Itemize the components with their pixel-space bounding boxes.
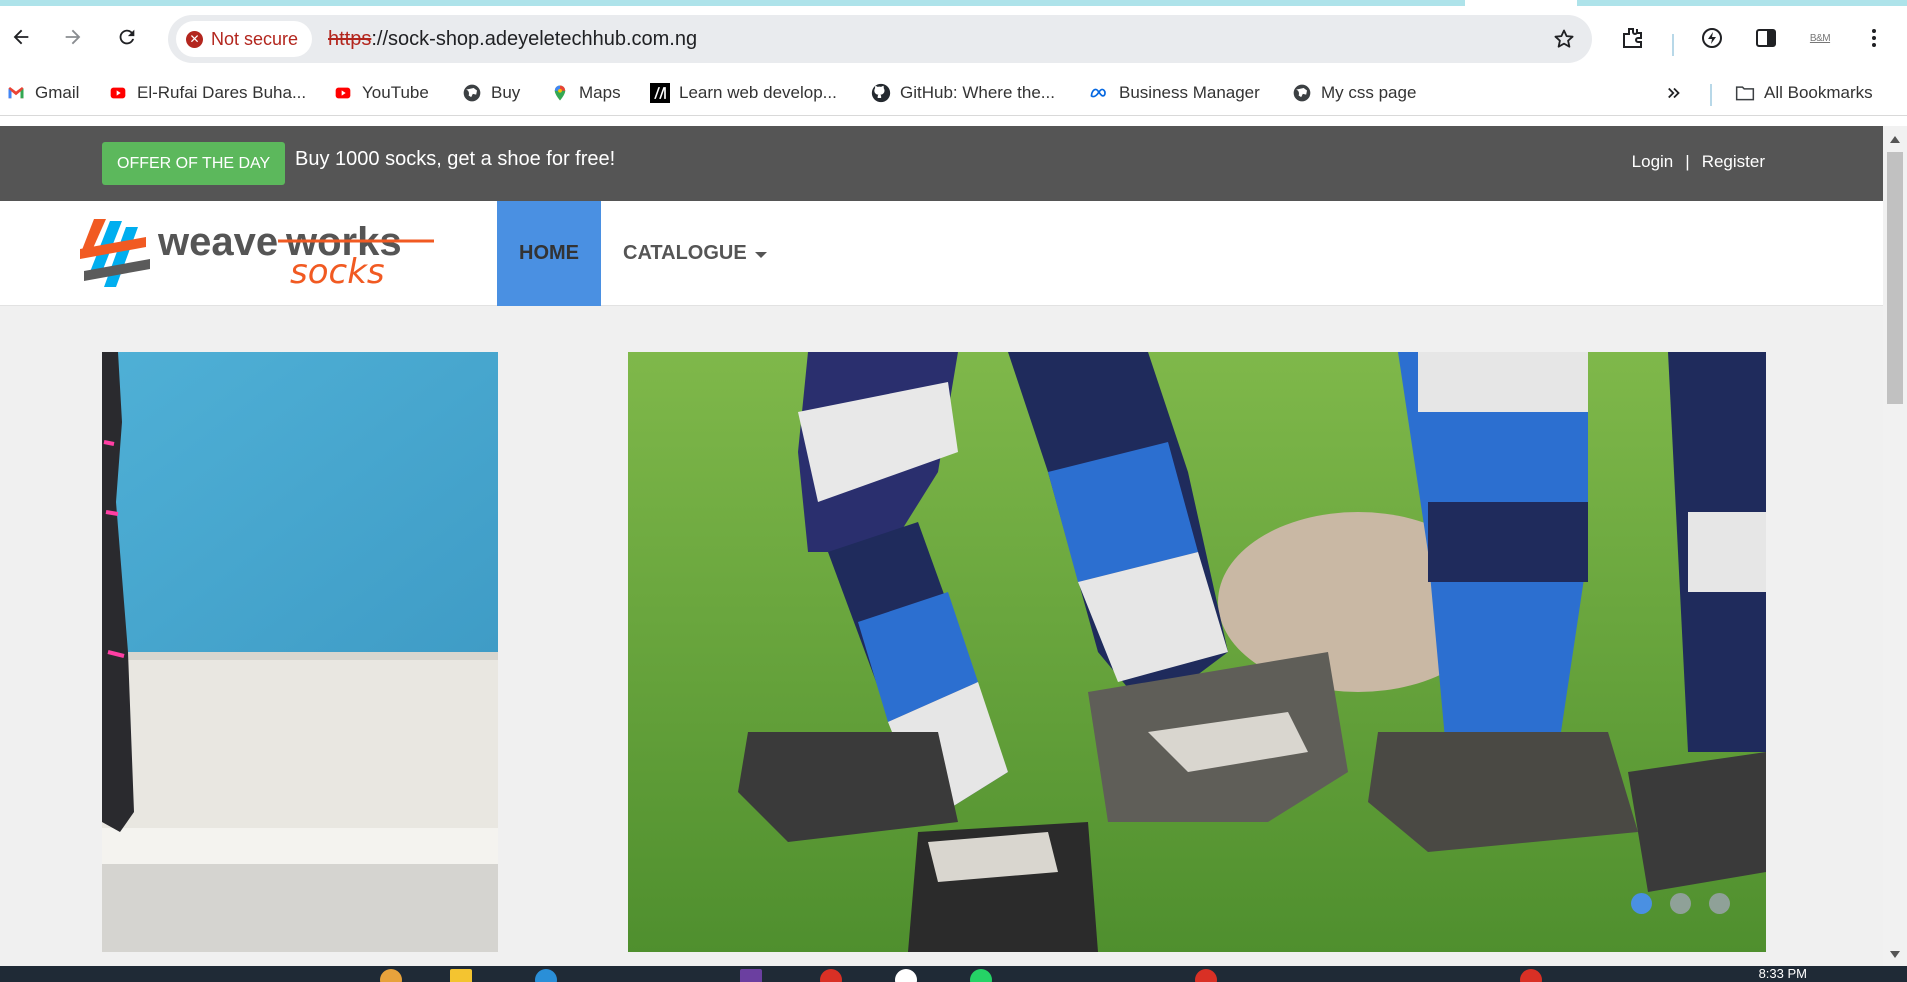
youtube-icon: [333, 83, 353, 103]
taskbar-app-icon[interactable]: [450, 969, 472, 982]
menu-kebab-icon[interactable]: [1860, 24, 1888, 52]
bookmark-mdn[interactable]: Learn web develop...: [650, 80, 837, 106]
taskbar-app-icon[interactable]: [740, 969, 762, 982]
url-text[interactable]: https://sock-shop.adeyeletechhub.com.ng: [328, 15, 697, 63]
taskbar-app-icon[interactable]: [970, 969, 992, 982]
address-bar[interactable]: ✕ Not secure https://sock-shop.adeyelete…: [168, 15, 1592, 63]
scroll-down-arrow-icon[interactable]: [1890, 951, 1900, 958]
back-button[interactable]: [4, 20, 38, 54]
offer-text: Buy 1000 socks, get a shoe for free!: [295, 148, 616, 170]
extensions-icon[interactable]: [1618, 24, 1646, 52]
browser-toolbar: ✕ Not secure https://sock-shop.adeyelete…: [0, 6, 1907, 72]
nav-catalogue-label: CATALOGUE: [623, 242, 747, 264]
caret-down-icon: [754, 251, 767, 258]
bookmark-label: Learn web develop...: [679, 83, 837, 102]
toolbar-divider: [1672, 34, 1674, 56]
carousel-gap: [498, 352, 628, 952]
maps-pin-icon: [550, 83, 570, 103]
security-chip[interactable]: ✕ Not secure: [176, 21, 313, 57]
bookmark-label: El-Rufai Dares Buha...: [137, 83, 307, 102]
arrow-right-icon: [65, 29, 81, 45]
meta-icon: [1090, 83, 1110, 103]
bookmark-business-manager[interactable]: Business Manager: [1090, 80, 1260, 106]
offer-of-the-day-button[interactable]: OFFER OF THE DAY: [102, 142, 286, 185]
profile-avatar[interactable]: B&M: [1806, 24, 1834, 52]
globe-icon: [1292, 83, 1312, 103]
weaveworks-socks-logo[interactable]: weave works socks: [78, 215, 438, 295]
logo-weave: weave: [157, 220, 278, 264]
nav-home[interactable]: HOME: [497, 201, 601, 306]
nav-catalogue[interactable]: CATALOGUE: [623, 201, 767, 306]
bookmark-maps[interactable]: Maps: [550, 80, 621, 106]
bookmark-youtube[interactable]: YouTube: [333, 80, 429, 106]
chevron-double-right-icon: [1664, 83, 1684, 103]
register-link[interactable]: Register: [1702, 152, 1765, 172]
bookmark-label: YouTube: [362, 83, 429, 102]
taskbar-app-icon[interactable]: [1195, 969, 1217, 982]
youtube-icon: [108, 83, 128, 103]
slide-image-socks: [628, 352, 1766, 952]
performance-icon[interactable]: [1698, 24, 1726, 52]
bookmark-label: GitHub: Where the...: [900, 83, 1055, 102]
forward-button[interactable]: [56, 20, 90, 54]
carousel-slide-active: [628, 352, 1766, 952]
bookmark-label: Buy: [491, 83, 521, 102]
error-icon: ✕: [186, 30, 203, 48]
security-chip-label: Not secure: [211, 28, 299, 49]
logo-socks: socks: [290, 252, 385, 292]
carousel-indicators: [1631, 893, 1730, 914]
url-host: ://sock-shop.adeyeletechhub.com.ng: [371, 27, 698, 50]
bookmarks-overflow-button[interactable]: [1664, 80, 1684, 106]
all-bookmarks-label: All Bookmarks: [1764, 83, 1873, 102]
mdn-icon: [650, 83, 670, 103]
bookmarks-divider: [1710, 84, 1712, 106]
auth-links: Login | Register: [1632, 152, 1765, 172]
page-scrollbar[interactable]: [1883, 126, 1907, 966]
os-taskbar: 8:33 PM: [0, 966, 1907, 982]
bookmark-label: Gmail: [35, 83, 80, 102]
profile-label: B&M: [1809, 32, 1831, 44]
taskbar-app-icon[interactable]: [895, 969, 917, 982]
bookmark-label: Maps: [579, 83, 621, 102]
gmail-icon: [6, 83, 26, 103]
scroll-up-arrow-icon[interactable]: [1890, 136, 1900, 143]
taskbar-app-icon[interactable]: [535, 969, 557, 982]
globe-icon: [462, 83, 482, 103]
taskbar-app-icon[interactable]: [820, 969, 842, 982]
side-panel-icon[interactable]: [1752, 24, 1780, 52]
github-icon: [871, 83, 891, 103]
bookmark-buy[interactable]: Buy: [462, 80, 520, 106]
auth-separator: |: [1685, 152, 1690, 171]
all-bookmarks-button[interactable]: All Bookmarks: [1735, 80, 1873, 106]
offer-bar: OFFER OF THE DAY Buy 1000 socks, get a s…: [0, 126, 1883, 201]
slide-image-wall: [102, 352, 498, 952]
bookmark-el-rufai[interactable]: El-Rufai Dares Buha...: [108, 80, 306, 106]
bookmark-github[interactable]: GitHub: Where the...: [871, 80, 1055, 106]
arrow-left-icon: [13, 29, 29, 45]
weaveworks-logo-icon: weave works socks: [80, 219, 434, 292]
web-page: OFFER OF THE DAY Buy 1000 socks, get a s…: [0, 126, 1883, 966]
bookmark-star-icon[interactable]: [1552, 27, 1576, 51]
taskbar-app-icon[interactable]: [1520, 969, 1542, 982]
scrollbar-thumb[interactable]: [1887, 152, 1903, 404]
bookmark-gmail[interactable]: Gmail: [6, 80, 79, 106]
reload-button[interactable]: [110, 20, 144, 54]
bookmark-label: Business Manager: [1119, 83, 1260, 102]
folder-icon: [1735, 83, 1755, 103]
reload-icon: [119, 29, 135, 45]
hero-carousel[interactable]: [102, 352, 1766, 952]
carousel-dot-1[interactable]: [1631, 893, 1652, 914]
carousel-slide-previous: [102, 352, 498, 952]
taskbar-clock: 8:33 PM: [1758, 966, 1807, 981]
taskbar-app-icon[interactable]: [380, 969, 402, 982]
carousel-dot-2[interactable]: [1670, 893, 1691, 914]
carousel-dot-3[interactable]: [1709, 893, 1730, 914]
url-protocol: https: [328, 27, 372, 50]
bookmark-my-css-page[interactable]: My css page: [1292, 80, 1416, 106]
site-navbar: weave works socks HOME CATALOGUE: [0, 201, 1883, 306]
bookmarks-bar: Gmail El-Rufai Dares Buha... YouTube Buy…: [0, 72, 1907, 116]
bookmark-label: My css page: [1321, 83, 1417, 102]
login-link[interactable]: Login: [1632, 152, 1674, 172]
